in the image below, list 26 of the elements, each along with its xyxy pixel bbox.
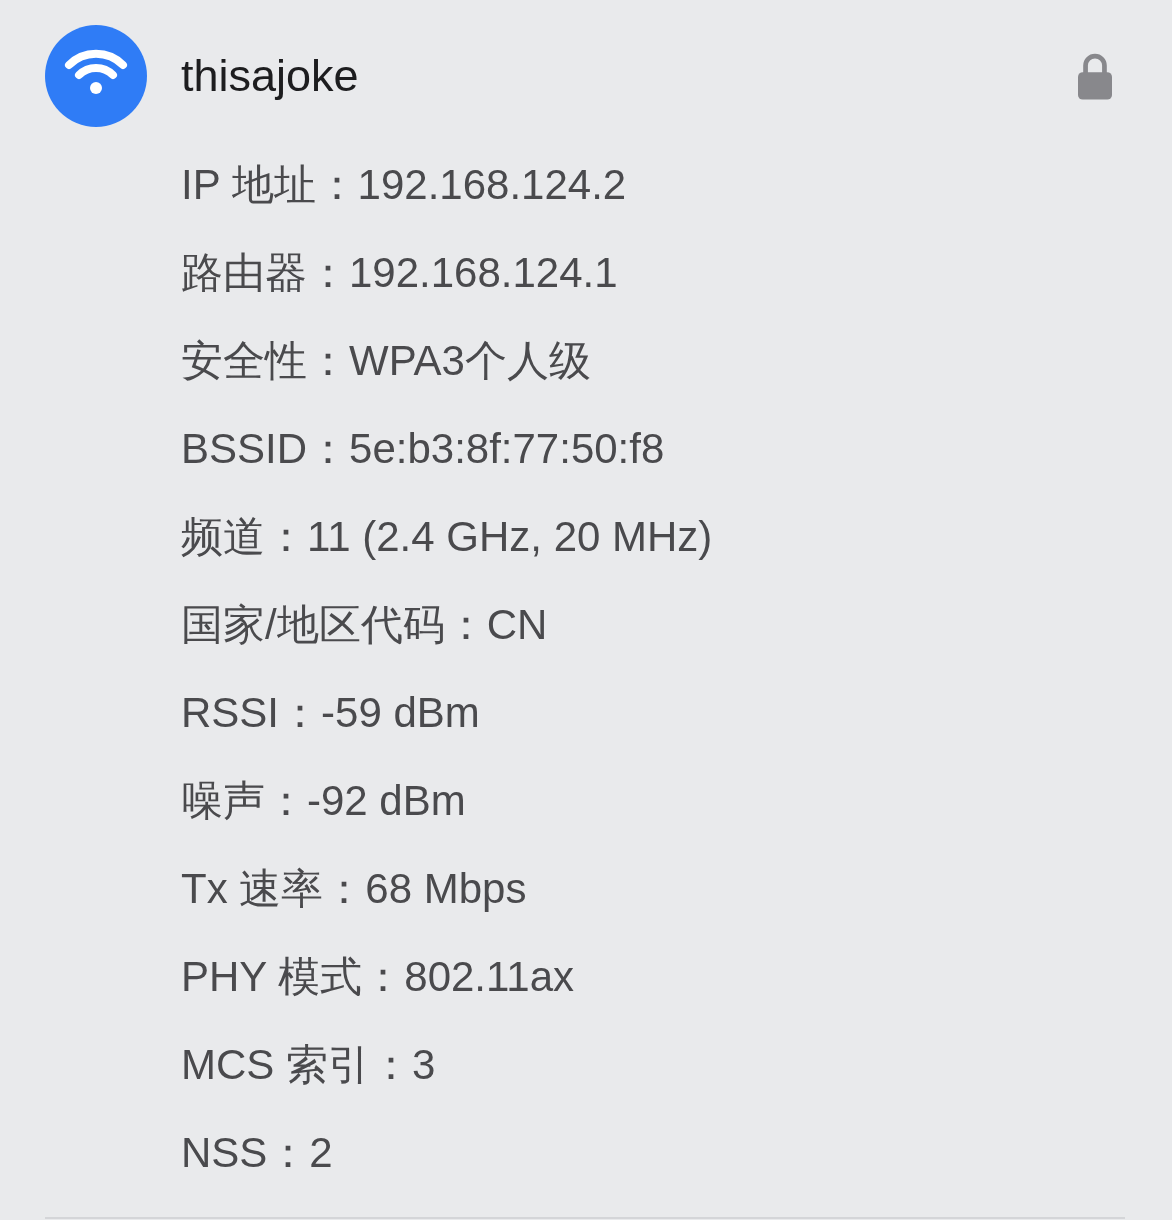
detail-value: 802.11ax xyxy=(404,953,574,1000)
detail-value: 192.168.124.2 xyxy=(357,161,627,208)
detail-value: 3 xyxy=(412,1041,436,1088)
detail-label: 噪声： xyxy=(181,777,307,824)
detail-label: MCS 索引： xyxy=(181,1041,412,1088)
detail-label: PHY 模式： xyxy=(181,953,405,1000)
wifi-icon xyxy=(45,25,147,127)
detail-value: WPA3个人级 xyxy=(349,337,591,384)
detail-value: 192.168.124.1 xyxy=(349,249,618,296)
detail-label: Tx 速率： xyxy=(181,865,366,912)
detail-label: BSSID： xyxy=(181,425,350,472)
detail-value: -59 dBm xyxy=(321,689,480,736)
detail-value: CN xyxy=(486,601,548,648)
detail-label: 安全性： xyxy=(181,337,349,384)
detail-value: 5e:b3:8f:77:50:f8 xyxy=(349,425,665,472)
detail-label: 频道： xyxy=(181,513,307,560)
detail-label: IP 地址： xyxy=(181,161,358,208)
detail-label: NSS： xyxy=(181,1129,310,1176)
detail-value: 11 (2.4 GHz, 20 MHz) xyxy=(307,513,713,560)
detail-label: 路由器： xyxy=(181,249,349,296)
detail-label: 国家/地区代码： xyxy=(181,601,487,648)
detail-value: 2 xyxy=(309,1129,333,1176)
detail-label: RSSI： xyxy=(181,689,322,736)
detail-value: -92 dBm xyxy=(307,777,466,824)
network-name: thisajoke xyxy=(181,50,360,102)
detail-value: 68 Mbps xyxy=(365,865,527,912)
